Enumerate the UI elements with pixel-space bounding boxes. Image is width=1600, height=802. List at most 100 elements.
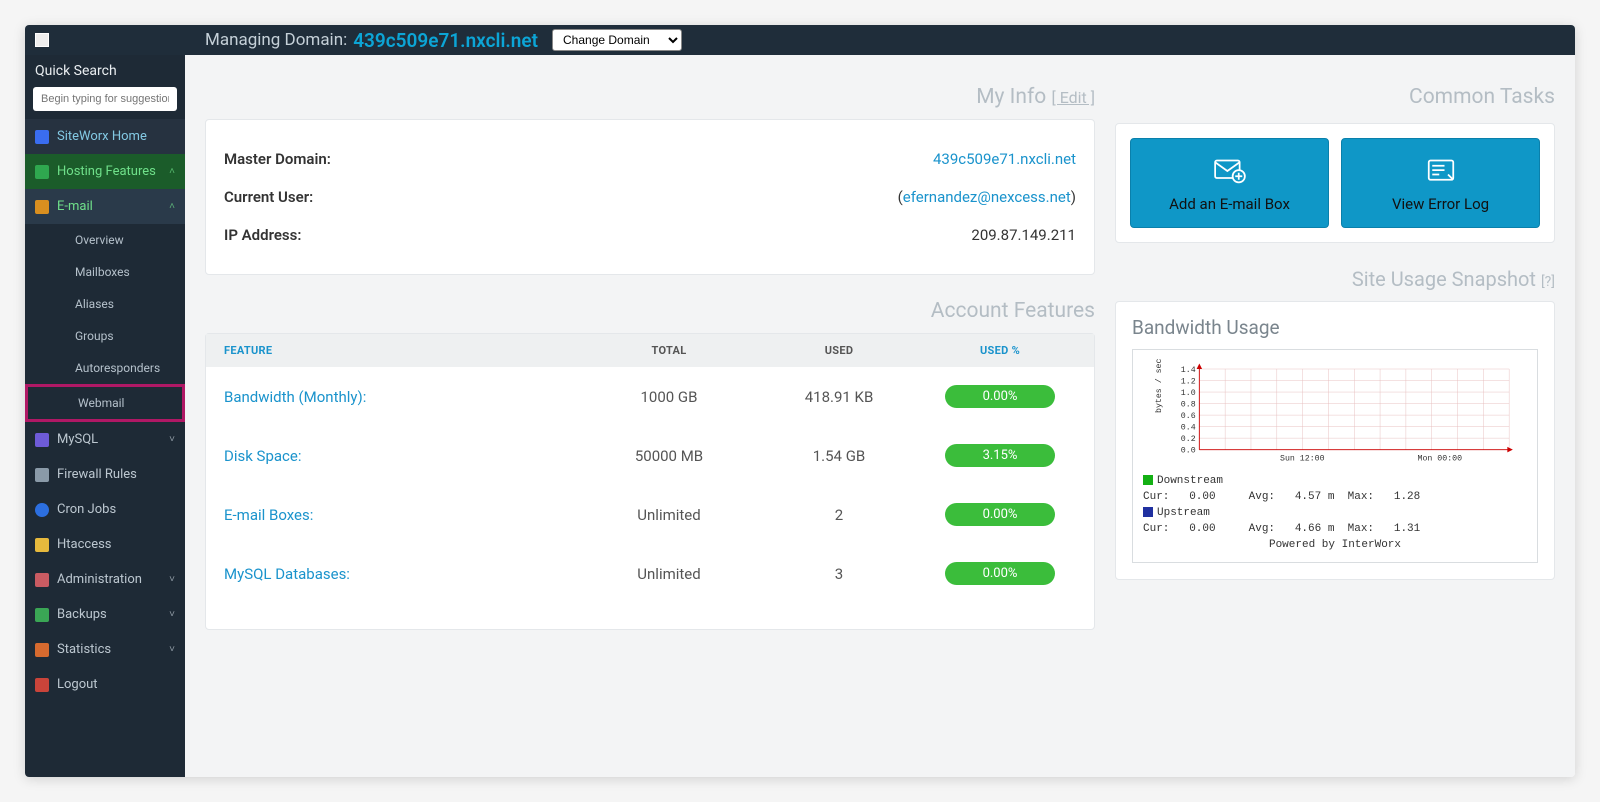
master-domain-label: Master Domain: bbox=[224, 150, 331, 168]
feature-total: 50000 MB bbox=[584, 447, 754, 465]
tasks-panel: Add an E-mail Box View Error Log bbox=[1115, 123, 1555, 243]
clock-icon bbox=[35, 503, 49, 517]
sidebar-item-admin[interactable]: Administration ˅ bbox=[25, 562, 185, 597]
feature-link[interactable]: Disk Space: bbox=[224, 447, 301, 465]
feature-used: 2 bbox=[754, 506, 924, 524]
legend-powered: Powered by InterWorx bbox=[1143, 538, 1527, 554]
change-domain-select[interactable]: Change Domain bbox=[552, 29, 682, 51]
sidebar-item-label: E-mail bbox=[57, 199, 93, 214]
mail-icon bbox=[35, 200, 49, 214]
logout-icon bbox=[35, 678, 49, 692]
chevron-down-icon: ˅ bbox=[169, 574, 175, 585]
feature-pct-pill: 0.00% bbox=[945, 562, 1055, 585]
sidebar-item-label: MySQL bbox=[57, 432, 98, 447]
log-icon bbox=[1423, 157, 1459, 185]
home-icon bbox=[35, 130, 49, 144]
sidebar-item-email[interactable]: E-mail ˄ bbox=[25, 189, 185, 224]
svg-text:Mon 00:00: Mon 00:00 bbox=[1418, 455, 1463, 464]
table-row: MySQL Databases: Unlimited 3 0.00% bbox=[206, 544, 1094, 603]
myinfo-panel: Master Domain: 439c509e71.nxcli.net Curr… bbox=[205, 119, 1095, 275]
sidebar-sub-webmail[interactable]: Webmail bbox=[25, 384, 185, 422]
svg-text:1.0: 1.0 bbox=[1181, 389, 1196, 398]
feature-total: 1000 GB bbox=[584, 388, 754, 406]
legend-upstream-name: Upstream bbox=[1157, 507, 1210, 519]
feature-link[interactable]: Bandwidth (Monthly): bbox=[224, 388, 366, 406]
chart-icon bbox=[35, 643, 49, 657]
sidebar-item-mysql[interactable]: MySQL ˅ bbox=[25, 422, 185, 457]
feature-pct-pill: 0.00% bbox=[945, 503, 1055, 526]
sidebar-item-stats[interactable]: Statistics ˅ bbox=[25, 632, 185, 667]
managing-domain: 439c509e71.nxcli.net bbox=[353, 29, 538, 52]
chevron-down-icon: ˅ bbox=[169, 609, 175, 620]
folder-icon bbox=[35, 538, 49, 552]
svg-text:Sun 12:00: Sun 12:00 bbox=[1280, 455, 1325, 464]
master-domain-link[interactable]: 439c509e71.nxcli.net bbox=[933, 150, 1076, 168]
sidebar-item-label: Backups bbox=[57, 607, 107, 622]
sidebar-item-label: Hosting Features bbox=[57, 164, 156, 179]
sidebar-item-home[interactable]: SiteWorx Home bbox=[25, 119, 185, 154]
feature-total: Unlimited bbox=[584, 506, 754, 524]
col-pct: USED % bbox=[924, 344, 1094, 357]
error-log-button[interactable]: View Error Log bbox=[1341, 138, 1540, 228]
sidebar-sub-mailboxes[interactable]: Mailboxes bbox=[25, 256, 185, 288]
chevron-down-icon: ˅ bbox=[169, 644, 175, 655]
sidebar-sub-groups[interactable]: Groups bbox=[25, 320, 185, 352]
svg-text:1.2: 1.2 bbox=[1181, 377, 1196, 386]
add-email-button[interactable]: Add an E-mail Box bbox=[1130, 138, 1329, 228]
sidebar-sub-aliases[interactable]: Aliases bbox=[25, 288, 185, 320]
chevron-down-icon: ˅ bbox=[169, 434, 175, 445]
feature-pct-pill: 0.00% bbox=[945, 385, 1055, 408]
tools-icon bbox=[35, 573, 49, 587]
features-header: FEATURE TOTAL USED USED % bbox=[206, 334, 1094, 367]
sidebar-item-backups[interactable]: Backups ˅ bbox=[25, 597, 185, 632]
mail-plus-icon bbox=[1212, 157, 1248, 185]
bandwidth-panel: Bandwidth Usage bytes / sec 0.00.20.40.6… bbox=[1115, 301, 1555, 580]
col-feature: FEATURE bbox=[206, 344, 584, 357]
add-email-label: Add an E-mail Box bbox=[1139, 195, 1320, 213]
current-user-label: Current User: bbox=[224, 188, 313, 206]
sidebar-sub-autoresponders[interactable]: Autoresponders bbox=[25, 352, 185, 384]
sidebar-item-label: Firewall Rules bbox=[57, 467, 137, 482]
svg-text:0.2: 0.2 bbox=[1181, 435, 1196, 444]
error-log-label: View Error Log bbox=[1350, 195, 1531, 213]
svg-text:0.6: 0.6 bbox=[1181, 412, 1196, 421]
legend-downstream-name: Downstream bbox=[1157, 475, 1223, 487]
chevron-up-icon: ˄ bbox=[169, 201, 175, 212]
snapshot-help-link[interactable]: [?] bbox=[1541, 274, 1555, 290]
snapshot-title-text: Site Usage Snapshot bbox=[1352, 267, 1536, 291]
current-user-value: (efernandez@nexcess.net) bbox=[898, 188, 1076, 206]
svg-text:0.0: 0.0 bbox=[1181, 446, 1196, 455]
bandwidth-chart: bytes / sec 0.00.20.40.60.81.01.21.4 Sun… bbox=[1132, 349, 1538, 563]
col-total: TOTAL bbox=[584, 344, 754, 357]
sidebar-sub-overview[interactable]: Overview bbox=[25, 224, 185, 256]
feature-used: 418.91 KB bbox=[754, 388, 924, 406]
bandwidth-title: Bandwidth Usage bbox=[1132, 316, 1538, 339]
ip-label: IP Address: bbox=[224, 226, 301, 244]
sidebar-item-label: Administration bbox=[57, 572, 142, 587]
sidebar-item-label: SiteWorx Home bbox=[57, 129, 147, 144]
tasks-title: Common Tasks bbox=[1115, 85, 1555, 109]
feature-link[interactable]: MySQL Databases: bbox=[224, 565, 350, 583]
sidebar-item-firewall[interactable]: Firewall Rules bbox=[25, 457, 185, 492]
legend-downstream-swatch bbox=[1143, 475, 1153, 485]
myinfo-title: My Info [ Edit ] bbox=[205, 85, 1095, 109]
feature-link[interactable]: E-mail Boxes: bbox=[224, 506, 313, 524]
quick-search-input[interactable] bbox=[33, 87, 177, 111]
logo-icon bbox=[35, 33, 49, 47]
sidebar-item-label: Statistics bbox=[57, 642, 111, 657]
feature-pct-pill: 3.15% bbox=[945, 444, 1055, 467]
sidebar-item-label: Htaccess bbox=[57, 537, 112, 552]
managing-label: Managing Domain: bbox=[205, 30, 347, 50]
svg-text:0.4: 0.4 bbox=[1181, 423, 1196, 432]
sidebar-item-logout[interactable]: Logout bbox=[25, 667, 185, 702]
table-row: Bandwidth (Monthly): 1000 GB 418.91 KB 0… bbox=[206, 367, 1094, 426]
col-used: USED bbox=[754, 344, 924, 357]
feature-used: 1.54 GB bbox=[754, 447, 924, 465]
logo bbox=[35, 33, 185, 47]
legend-upstream-stats: Cur: 0.00 Avg: 4.66 m Max: 1.31 bbox=[1143, 522, 1527, 538]
sidebar-item-htaccess[interactable]: Htaccess bbox=[25, 527, 185, 562]
myinfo-edit-link[interactable]: [ Edit ] bbox=[1051, 88, 1095, 107]
sidebar-item-hosting[interactable]: Hosting Features ˄ bbox=[25, 154, 185, 189]
current-user-link[interactable]: efernandez@nexcess.net bbox=[903, 188, 1071, 206]
sidebar-item-cron[interactable]: Cron Jobs bbox=[25, 492, 185, 527]
